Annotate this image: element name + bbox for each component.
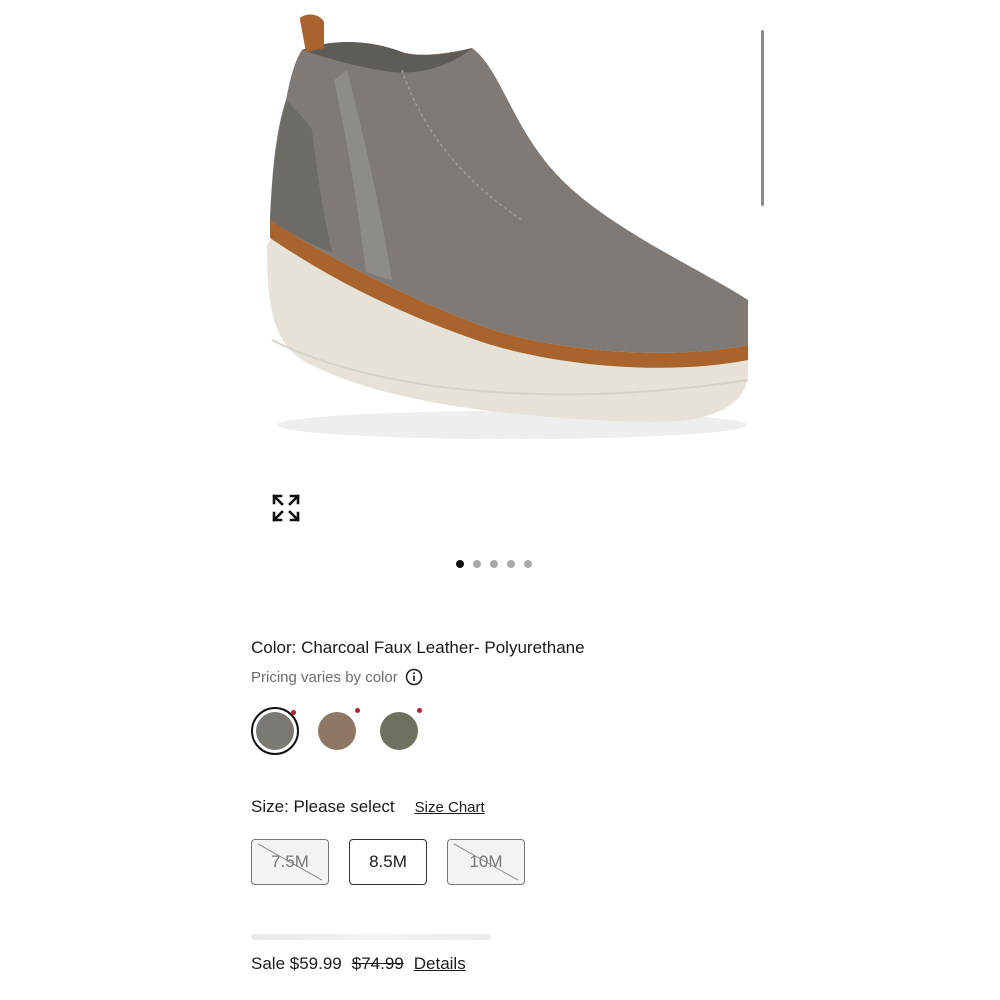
color-swatches <box>251 707 423 755</box>
unavailable-slash <box>453 843 519 881</box>
faded-text-placeholder <box>251 934 491 940</box>
swatch-color <box>256 712 294 750</box>
color-swatch-olive[interactable] <box>375 707 423 755</box>
size-option-label: 8.5M <box>369 852 407 871</box>
carousel-dot[interactable] <box>456 560 464 568</box>
original-price: $74.99 <box>351 954 404 973</box>
product-image <box>262 10 752 450</box>
size-option-10m[interactable]: 10M <box>447 839 525 885</box>
color-label: Color: Charcoal Faux Leather- Polyuretha… <box>251 638 585 657</box>
carousel-dots <box>456 560 532 568</box>
carousel-dot[interactable] <box>473 560 481 568</box>
details-link[interactable]: Details <box>414 954 466 974</box>
price-line: Sale $59.99 $74.99 Details <box>251 954 466 974</box>
unavailable-slash <box>257 843 323 881</box>
image-scrollbar[interactable] <box>761 30 764 206</box>
carousel-dot[interactable] <box>507 560 515 568</box>
carousel-dot[interactable] <box>490 560 498 568</box>
swatch-color <box>318 712 356 750</box>
size-option-7-5m[interactable]: 7.5M <box>251 839 329 885</box>
size-option-8-5m[interactable]: 8.5M <box>349 839 427 885</box>
sale-indicator <box>355 708 360 713</box>
color-swatch-brown[interactable] <box>313 707 361 755</box>
size-label: Size: Please select <box>251 797 395 816</box>
carousel-dot[interactable] <box>524 560 532 568</box>
expand-icon[interactable] <box>270 492 302 524</box>
info-icon[interactable] <box>405 668 423 686</box>
size-header: Size: Please select Size Chart <box>251 797 485 817</box>
color-swatch-charcoal[interactable] <box>251 707 299 755</box>
pricing-note: Pricing varies by color <box>251 668 423 686</box>
ankle-bootie-image <box>267 14 749 439</box>
pricing-note-text: Pricing varies by color <box>251 668 398 686</box>
size-chart-link[interactable]: Size Chart <box>415 799 485 816</box>
size-options: 7.5M 8.5M 10M <box>251 839 525 885</box>
sale-indicator <box>291 710 296 715</box>
sale-indicator <box>417 708 422 713</box>
sale-price: Sale $59.99 <box>251 954 342 973</box>
swatch-color <box>380 712 418 750</box>
